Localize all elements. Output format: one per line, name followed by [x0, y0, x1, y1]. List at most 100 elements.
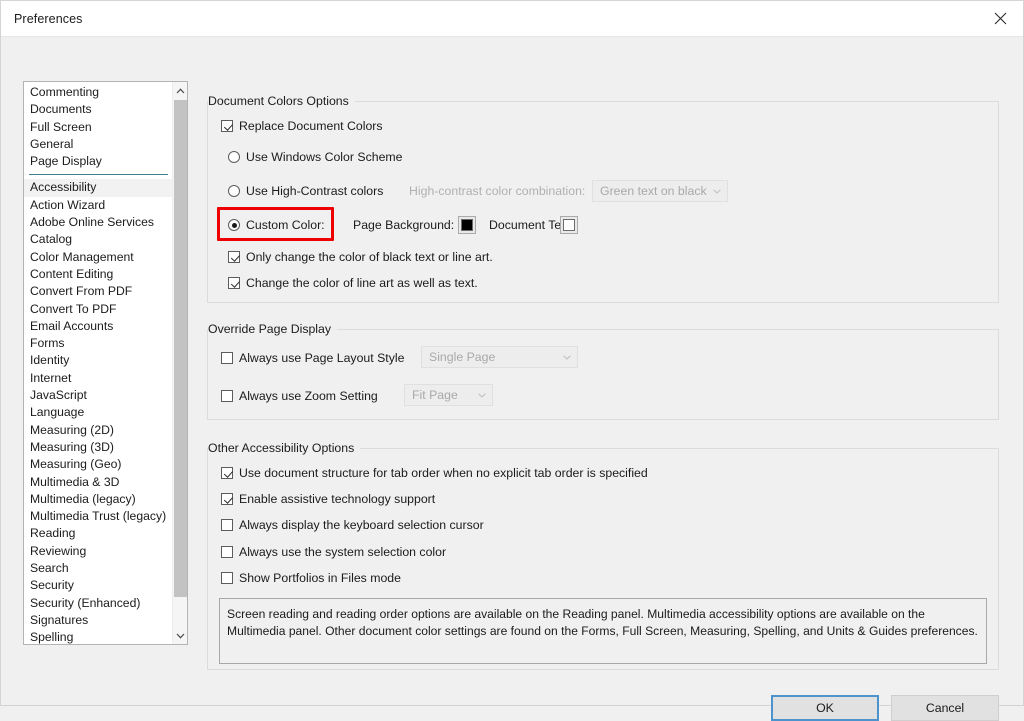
sidebar-item-spelling[interactable]: Spelling — [24, 629, 172, 645]
sidebar-item-measuring-geo[interactable]: Measuring (Geo) — [24, 456, 172, 473]
sidebar-item-email-accounts[interactable]: Email Accounts — [24, 318, 172, 335]
window-title: Preferences — [14, 12, 83, 26]
sidebar-item-general[interactable]: General — [24, 136, 172, 153]
sidebar-item-reading[interactable]: Reading — [24, 525, 172, 542]
accessibility-info-text: Screen reading and reading order options… — [219, 598, 987, 664]
sidebar-item-convert-from-pdf[interactable]: Convert From PDF — [24, 283, 172, 300]
sidebar-item-javascript[interactable]: JavaScript — [24, 387, 172, 404]
always-use-zoom-checkbox[interactable]: Always use Zoom Setting — [221, 389, 378, 403]
replace-document-colors-checkbox[interactable]: Replace Document Colors — [221, 119, 383, 133]
categories-separator — [24, 170, 172, 179]
sidebar-item-internet[interactable]: Internet — [24, 370, 172, 387]
sidebar-item-multimedia-trust-legacy[interactable]: Multimedia Trust (legacy) — [24, 508, 172, 525]
custom-color-radio[interactable]: Custom Color: — [228, 218, 325, 232]
use-high-contrast-colors-radio[interactable]: Use High-Contrast colors — [228, 184, 383, 198]
high-contrast-combination-value: Green text on black — [593, 184, 707, 198]
keyboard-cursor-label: Always display the keyboard selection cu… — [239, 518, 484, 532]
high-contrast-combination-select[interactable]: Green text on black — [592, 180, 728, 202]
system-selection-color-checkbox[interactable]: Always use the system selection color — [221, 545, 446, 559]
override-page-display-group: Override Page Display — [207, 329, 999, 420]
combo-arrow — [707, 181, 727, 201]
checkbox-box — [221, 572, 233, 584]
sidebar-item-multimedia-3d[interactable]: Multimedia & 3D — [24, 474, 172, 491]
sidebar-item-content-editing[interactable]: Content Editing — [24, 266, 172, 283]
page-background-color-swatch[interactable] — [458, 216, 476, 234]
sidebar-item-reviewing[interactable]: Reviewing — [24, 543, 172, 560]
scroll-down-button[interactable] — [173, 627, 188, 644]
checkbox-box — [228, 277, 240, 289]
always-use-page-layout-label: Always use Page Layout Style — [239, 351, 404, 365]
checkbox-box — [228, 251, 240, 263]
cancel-button[interactable]: Cancel — [891, 695, 999, 721]
categories-listbox[interactable]: Commenting Documents Full Screen General… — [23, 81, 188, 645]
keyboard-cursor-checkbox[interactable]: Always display the keyboard selection cu… — [221, 518, 484, 532]
chevron-down-icon — [713, 189, 721, 194]
sidebar-item-security-enhanced[interactable]: Security (Enhanced) — [24, 595, 172, 612]
use-windows-color-scheme-radio[interactable]: Use Windows Color Scheme — [228, 150, 403, 164]
ok-button[interactable]: OK — [771, 695, 879, 721]
checkbox-box — [221, 519, 233, 531]
sidebar-item-identity[interactable]: Identity — [24, 352, 172, 369]
sidebar-item-multimedia-legacy[interactable]: Multimedia (legacy) — [24, 491, 172, 508]
preferences-dialog: Preferences Categories: Commenting Docum… — [0, 0, 1024, 706]
sidebar-item-catalog[interactable]: Catalog — [24, 231, 172, 248]
always-use-page-layout-checkbox[interactable]: Always use Page Layout Style — [221, 351, 404, 365]
checkbox-box — [221, 467, 233, 479]
always-use-zoom-label: Always use Zoom Setting — [239, 389, 378, 403]
assistive-tech-label: Enable assistive technology support — [239, 492, 435, 506]
checkbox-box — [221, 390, 233, 402]
change-line-art-label: Change the color of line art as well as … — [246, 276, 478, 290]
checkbox-box — [221, 546, 233, 558]
sidebar-item-search[interactable]: Search — [24, 560, 172, 577]
document-text-color-chip — [563, 219, 575, 231]
radio-circle — [228, 219, 240, 231]
sidebar-item-measuring-3d[interactable]: Measuring (3D) — [24, 439, 172, 456]
sidebar-item-color-management[interactable]: Color Management — [24, 249, 172, 266]
other-accessibility-group-title: Other Accessibility Options — [208, 441, 360, 455]
document-text-color-swatch[interactable] — [560, 216, 578, 234]
chevron-down-icon — [478, 393, 486, 398]
sidebar-item-page-display[interactable]: Page Display — [24, 153, 172, 170]
tab-order-checkbox[interactable]: Use document structure for tab order whe… — [221, 466, 648, 480]
only-change-black-text-checkbox[interactable]: Only change the color of black text or l… — [228, 250, 493, 264]
scroll-up-button[interactable] — [173, 82, 188, 99]
sidebar-item-full-screen[interactable]: Full Screen — [24, 119, 172, 136]
combo-arrow — [472, 385, 492, 405]
zoom-setting-value: Fit Page — [405, 388, 472, 402]
checkbox-box — [221, 352, 233, 364]
sidebar-item-accessibility[interactable]: Accessibility — [24, 179, 172, 196]
replace-document-colors-label: Replace Document Colors — [239, 119, 383, 133]
chevron-up-icon — [176, 88, 185, 94]
sidebar-item-signatures[interactable]: Signatures — [24, 612, 172, 629]
assistive-tech-checkbox[interactable]: Enable assistive technology support — [221, 492, 435, 506]
page-background-color-chip — [461, 219, 473, 231]
use-windows-color-scheme-label: Use Windows Color Scheme — [246, 150, 403, 164]
page-background-label: Page Background: — [353, 218, 454, 232]
sidebar-item-measuring-2d[interactable]: Measuring (2D) — [24, 422, 172, 439]
document-colors-group-title: Document Colors Options — [208, 94, 355, 108]
sidebar-item-language[interactable]: Language — [24, 404, 172, 421]
page-layout-value: Single Page — [422, 350, 557, 364]
sidebar-item-commenting[interactable]: Commenting — [24, 84, 172, 101]
checkbox-box — [221, 120, 233, 132]
close-icon — [994, 12, 1007, 25]
sidebar-item-security[interactable]: Security — [24, 577, 172, 594]
show-portfolios-label: Show Portfolios in Files mode — [239, 571, 401, 585]
tab-order-label: Use document structure for tab order whe… — [239, 466, 648, 480]
override-page-display-group-title: Override Page Display — [208, 322, 337, 336]
title-bar: Preferences — [1, 1, 1023, 37]
sidebar-item-action-wizard[interactable]: Action Wizard — [24, 197, 172, 214]
page-layout-select[interactable]: Single Page — [421, 346, 578, 368]
combo-arrow — [557, 347, 577, 367]
show-portfolios-checkbox[interactable]: Show Portfolios in Files mode — [221, 571, 401, 585]
sidebar-item-forms[interactable]: Forms — [24, 335, 172, 352]
sidebar-item-adobe-online-services[interactable]: Adobe Online Services — [24, 214, 172, 231]
only-change-black-text-label: Only change the color of black text or l… — [246, 250, 493, 264]
close-button[interactable] — [977, 1, 1023, 35]
sidebar-item-documents[interactable]: Documents — [24, 101, 172, 118]
categories-scrollbar[interactable] — [172, 82, 187, 644]
scrollbar-thumb[interactable] — [174, 100, 187, 597]
change-line-art-checkbox[interactable]: Change the color of line art as well as … — [228, 276, 478, 290]
sidebar-item-convert-to-pdf[interactable]: Convert To PDF — [24, 301, 172, 318]
zoom-setting-select[interactable]: Fit Page — [404, 384, 493, 406]
